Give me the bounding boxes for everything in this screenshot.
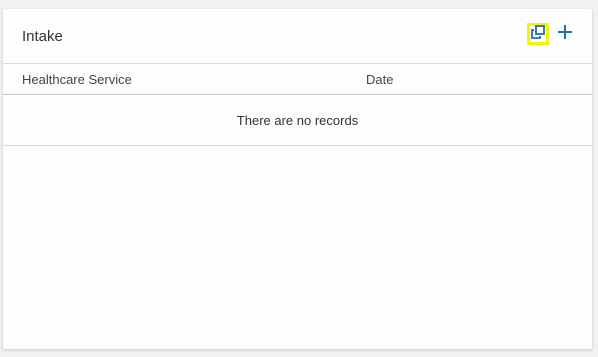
card-title: Intake [22,28,63,45]
open-in-new-window-icon [530,24,546,45]
empty-state-row: There are no records [3,95,592,146]
add-record-button[interactable] [554,23,576,45]
empty-state-message: There are no records [236,112,359,128]
popout-button[interactable] [527,23,549,45]
plus-icon [557,24,573,45]
column-header-date[interactable]: Date [366,72,393,87]
table-header-row: Healthcare Service Date [3,64,592,95]
card-header: Intake [3,9,592,64]
intake-card: Intake Healthcare Service Date There are… [3,9,592,349]
column-header-healthcare-service[interactable]: Healthcare Service [22,72,132,87]
